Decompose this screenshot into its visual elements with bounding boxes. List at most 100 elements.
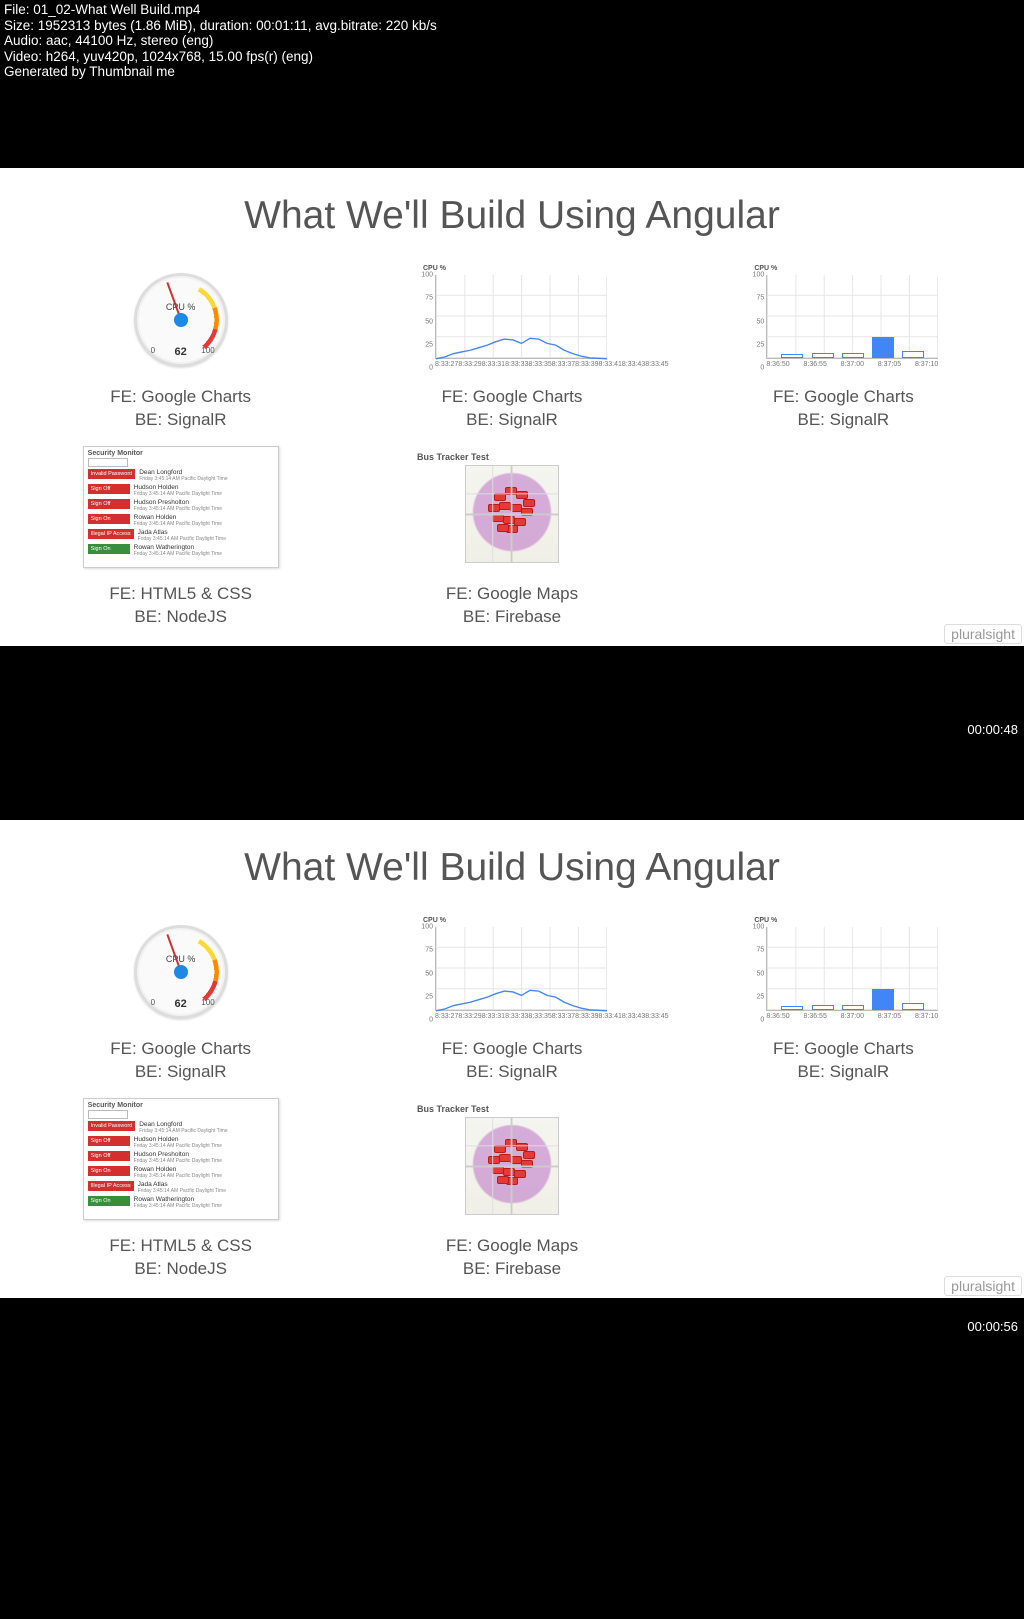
meta-size: Size: 1952313 bytes (1.86 MiB), duration… <box>4 18 1020 34</box>
sec-sub: Friday 3:45:14 AM Pacific Daylight Time <box>134 1158 222 1164</box>
chart-title: CPU % <box>754 917 777 924</box>
sec-name: Dean Longford <box>139 469 227 476</box>
card-be-label: BE: Firebase <box>361 1258 662 1281</box>
demo-bar-card: CPU % 1007550250 8:3 <box>693 918 994 1084</box>
chart-title: CPU % <box>423 265 446 272</box>
slide-title: What We'll Build Using Angular <box>30 846 994 890</box>
sec-name: Hudson Holden <box>134 484 222 491</box>
sec-select <box>88 1110 128 1119</box>
meta-generator: Generated by Thumbnail me <box>4 64 1020 80</box>
bar-chart: CPU % 1007550250 8:3 <box>744 267 942 373</box>
sec-badge: Sign On <box>88 514 130 524</box>
sec-badge: Sign Off <box>88 1151 130 1161</box>
sec-name: Hudson Presholton <box>134 1151 222 1158</box>
map-icon <box>465 1117 559 1215</box>
card-be-label: BE: SignalR <box>361 1061 662 1084</box>
sec-sub: Friday 3:45:14 AM Pacific Daylight Time <box>134 506 222 512</box>
meta-file: File: 01_02-What Well Build.mp4 <box>4 2 1020 18</box>
sec-badge: Illegal IP Access <box>88 529 134 539</box>
sec-name: Rowan Holden <box>134 1166 222 1173</box>
watermark: pluralsight <box>944 1276 1022 1296</box>
demo-gauge-card: CPU % 0 100 62 FE: Google Charts BE: Sig… <box>30 266 331 432</box>
sec-title: Security Monitor <box>88 450 274 457</box>
card-fe-label: FE: Google Charts <box>693 386 994 409</box>
card-be-label: BE: SignalR <box>693 409 994 432</box>
demo-security-card: Security Monitor Invalid PasswordDean Lo… <box>30 1095 331 1281</box>
sec-name: Hudson Presholton <box>134 499 222 506</box>
gauge-thumbnail: CPU % 0 100 62 <box>30 918 331 1026</box>
timestamp: 00:00:48 <box>967 722 1018 737</box>
bus-tracker: Bus Tracker Test <box>417 1104 607 1215</box>
sec-sub: Friday 3:45:14 AM Pacific Daylight Time <box>134 1203 222 1209</box>
gauge-icon: CPU % 0 100 62 <box>134 273 228 367</box>
card-be-label: BE: SignalR <box>361 409 662 432</box>
gauge-value: 62 <box>137 998 225 1010</box>
sec-name: Rowan Watherington <box>134 544 222 551</box>
demo-line-card: CPU % 1007550250 8:33:278:33:298:33:318:… <box>361 918 662 1084</box>
gauge-label: CPU % <box>137 302 225 312</box>
demo-line-card: CPU % 1007550250 8:33:278:33:298:33:318:… <box>361 266 662 432</box>
video-metadata: File: 01_02-What Well Build.mp4 Size: 19… <box>0 0 1024 80</box>
map-icon <box>465 465 559 563</box>
sec-sub: Friday 3:45:14 AM Pacific Daylight Time <box>138 536 226 542</box>
demo-map-card: Bus Tracker Test <box>361 443 662 629</box>
sec-badge: Illegal IP Access <box>88 1181 134 1191</box>
gauge-icon: CPU % 0 100 62 <box>134 925 228 1019</box>
security-thumbnail: Security Monitor Invalid PasswordDean Lo… <box>30 1095 331 1223</box>
slide-frame: What We'll Build Using Angular CPU % 0 1… <box>0 168 1024 646</box>
sec-badge: Sign On <box>88 1196 130 1206</box>
gauge-label: CPU % <box>137 954 225 964</box>
sec-title: Security Monitor <box>88 1102 274 1109</box>
card-fe-label: FE: Google Charts <box>361 1038 662 1061</box>
gauge-thumbnail: CPU % 0 100 62 <box>30 266 331 374</box>
map-title: Bus Tracker Test <box>417 452 607 462</box>
sec-sub: Friday 3:45:14 AM Pacific Daylight Time <box>139 1128 227 1134</box>
card-be-label: BE: SignalR <box>30 1061 331 1084</box>
empty-cell <box>693 1095 994 1281</box>
card-fe-label: FE: Google Maps <box>361 1235 662 1258</box>
bar-chart-thumbnail: CPU % 1007550250 8:3 <box>693 266 994 374</box>
card-be-label: BE: NodeJS <box>30 1258 331 1281</box>
meta-video: Video: h264, yuv420p, 1024x768, 15.00 fp… <box>4 49 1020 65</box>
line-chart-thumbnail: CPU % 1007550250 8:33:278:33:298:33:318:… <box>361 918 662 1026</box>
sec-name: Dean Longford <box>139 1121 227 1128</box>
sec-sub: Friday 3:45:14 AM Pacific Daylight Time <box>134 491 222 497</box>
sec-name: Hudson Holden <box>134 1136 222 1143</box>
security-monitor: Security Monitor Invalid PasswordDean Lo… <box>83 1098 279 1220</box>
card-fe-label: FE: Google Charts <box>30 1038 331 1061</box>
gauge-value: 62 <box>137 346 225 358</box>
line-chart: CPU % 1007550250 8:33:278:33:298:33:318:… <box>413 919 611 1025</box>
slide-frame: What We'll Build Using Angular CPU % 0 1… <box>0 820 1024 1298</box>
sec-name: Jada Atlas <box>138 529 226 536</box>
demo-grid: CPU % 0 100 62 FE: Google Charts BE: Sig… <box>30 266 994 630</box>
card-be-label: BE: NodeJS <box>30 606 331 629</box>
slide-title: What We'll Build Using Angular <box>30 194 994 238</box>
sec-sub: Friday 3:45:14 AM Pacific Daylight Time <box>134 1173 222 1179</box>
bar-chart-thumbnail: CPU % 1007550250 8:3 <box>693 918 994 1026</box>
card-be-label: BE: SignalR <box>693 1061 994 1084</box>
sec-select <box>88 458 128 467</box>
sec-badge: Sign Off <box>88 1136 130 1146</box>
card-be-label: BE: SignalR <box>30 409 331 432</box>
security-monitor: Security Monitor Invalid PasswordDean Lo… <box>83 446 279 568</box>
sec-name: Rowan Holden <box>134 514 222 521</box>
sec-badge: Sign On <box>88 544 130 554</box>
demo-map-card: Bus Tracker Test <box>361 1095 662 1281</box>
watermark: pluralsight <box>944 624 1022 644</box>
demo-security-card: Security Monitor Invalid PasswordDean Lo… <box>30 443 331 629</box>
sec-sub: Friday 3:45:14 AM Pacific Daylight Time <box>134 551 222 557</box>
card-be-label: BE: Firebase <box>361 606 662 629</box>
chart-title: CPU % <box>754 265 777 272</box>
demo-grid: CPU % 0 100 62 FE: Google Charts BE: Sig… <box>30 918 994 1282</box>
bus-tracker: Bus Tracker Test <box>417 452 607 563</box>
sec-name: Jada Atlas <box>138 1181 226 1188</box>
sec-badge: Sign On <box>88 1166 130 1176</box>
map-title: Bus Tracker Test <box>417 1104 607 1114</box>
chart-title: CPU % <box>423 917 446 924</box>
sec-name: Rowan Watherington <box>134 1196 222 1203</box>
frame-footer: 00:00:56 <box>0 1298 1024 1338</box>
line-chart-thumbnail: CPU % 1007550250 8:33:278:33:298:33:318:… <box>361 266 662 374</box>
frame-divider: 00:00:48 <box>0 646 1024 820</box>
card-fe-label: FE: Google Maps <box>361 583 662 606</box>
card-fe-label: FE: Google Charts <box>361 386 662 409</box>
